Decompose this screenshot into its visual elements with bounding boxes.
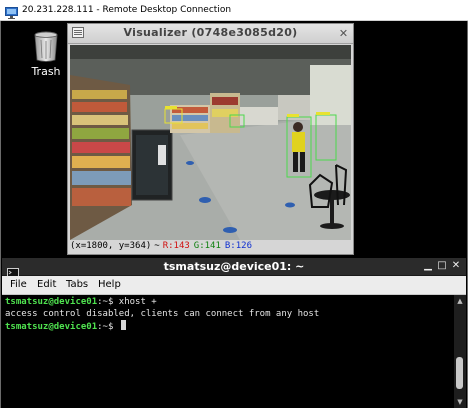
scroll-down-icon[interactable]: ▼ (455, 398, 465, 406)
pixel-red-value: R:143 (162, 241, 190, 251)
shell-command: :~$ (97, 322, 119, 332)
pixel-blue-value: B:126 (224, 241, 252, 251)
trash-icon (34, 31, 58, 62)
trash-desktop-icon[interactable]: Trash (23, 31, 69, 83)
shell-prompt: tsmatsuz@device01 (5, 322, 98, 332)
visualizer-title: Visualizer (0748e3085d20) (123, 26, 298, 39)
shell-command: :~$ xhost + (97, 297, 157, 307)
terminal-window[interactable]: tsmatsuz@device01: ~ ▁ □ ✕ File Edit Tab… (2, 258, 466, 408)
status-separator: ~ (154, 241, 160, 251)
rdp-titlebar[interactable]: 20.231.228.111 - Remote Desktop Connecti… (0, 0, 468, 21)
scrollbar-thumb[interactable] (456, 357, 463, 389)
rdp-window-title: 20.231.228.111 - Remote Desktop Connecti… (22, 5, 232, 15)
cursor-coordinates: (x=1800, y=364) (70, 241, 152, 251)
minimize-icon[interactable]: ▁ (422, 260, 434, 272)
remote-desktop[interactable]: Trash Visualizer (0748e3085d20) ✕ (x=180… (1, 21, 467, 408)
menu-edit[interactable]: Edit (37, 278, 56, 292)
terminal-menubar: File Edit Tabs Help (2, 276, 466, 295)
terminal-scrollbar[interactable]: ▲ ▼ (454, 295, 466, 408)
close-icon[interactable]: ✕ (450, 260, 462, 272)
terminal-line: tsmatsuz@device01:~$ xhost + (5, 296, 157, 308)
visualizer-window[interactable]: Visualizer (0748e3085d20) ✕ (x=1800, y=3… (67, 23, 354, 255)
command-output: access control disabled, clients can con… (5, 309, 320, 319)
remote-desktop-icon (5, 4, 18, 19)
terminal-output[interactable]: tsmatsuz@device01:~$ xhost + access cont… (2, 295, 454, 408)
menu-help[interactable]: Help (98, 278, 121, 292)
close-icon[interactable]: ✕ (338, 28, 349, 39)
terminal-title: tsmatsuz@device01: ~ (163, 260, 305, 273)
menu-file[interactable]: File (10, 278, 27, 292)
visualizer-status-bar: (x=1800, y=364) ~ R:143 G:141 B:126 (70, 240, 351, 253)
scroll-up-icon[interactable]: ▲ (455, 297, 465, 305)
maximize-icon[interactable]: □ (436, 260, 448, 272)
terminal-titlebar[interactable]: tsmatsuz@device01: ~ ▁ □ ✕ (2, 258, 466, 277)
visualizer-titlebar[interactable]: Visualizer (0748e3085d20) ✕ (68, 24, 353, 44)
store-scene-illustration (70, 45, 351, 240)
trash-label: Trash (31, 65, 61, 78)
terminal-line: tsmatsuz@device01:~$ (5, 320, 126, 333)
shell-prompt: tsmatsuz@device01 (5, 297, 98, 307)
pixel-green-value: G:141 (193, 241, 221, 251)
camera-feed-image[interactable] (70, 45, 351, 240)
text-cursor (120, 320, 126, 330)
menu-tabs[interactable]: Tabs (66, 278, 88, 292)
terminal-line: access control disabled, clients can con… (5, 308, 319, 320)
